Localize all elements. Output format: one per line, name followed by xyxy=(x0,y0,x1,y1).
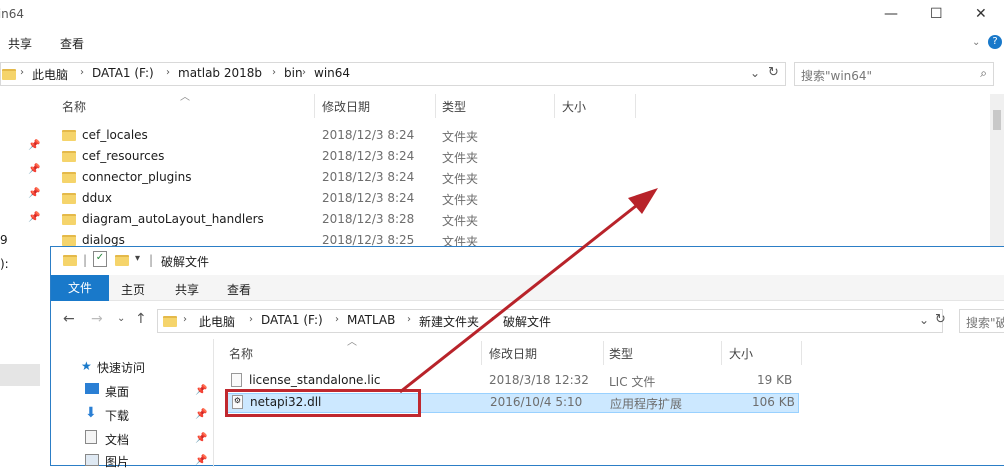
arrow-line xyxy=(399,196,647,394)
annotation-arrow xyxy=(399,188,658,394)
